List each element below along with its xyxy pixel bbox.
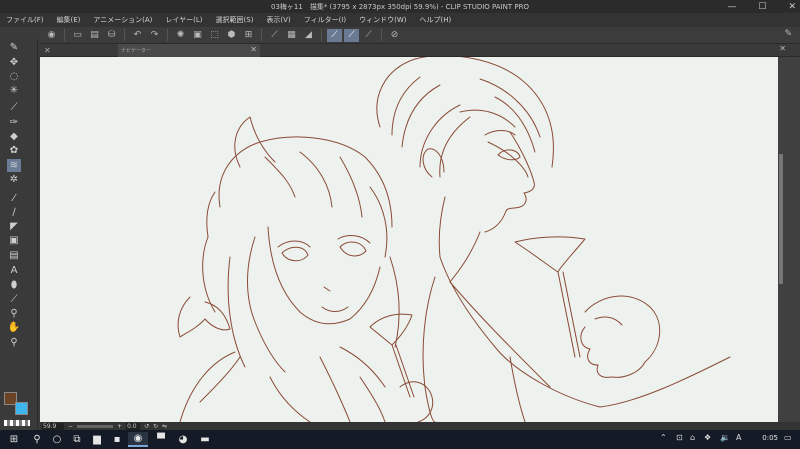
- brush-icon[interactable]: ≋: [7, 159, 21, 172]
- fill-icon[interactable]: ⬢: [224, 29, 239, 42]
- gradient-icon[interactable]: ◤: [7, 220, 21, 233]
- close-icon[interactable]: ✕: [250, 45, 257, 54]
- save-icon[interactable]: ⛁: [104, 29, 119, 42]
- clip-studio-taskbar-icon[interactable]: ◉: [128, 432, 148, 447]
- panel-icon[interactable]: ▤: [7, 249, 21, 262]
- notification-icon[interactable]: ▭: [784, 433, 792, 442]
- menu-edit[interactable]: 編集(E): [57, 15, 81, 25]
- windows-start-icon[interactable]: ⊞: [4, 432, 24, 447]
- redo-icon[interactable]: ↷: [147, 29, 162, 42]
- ime-icon[interactable]: A: [736, 433, 741, 442]
- cortana-icon[interactable]: ○: [48, 432, 66, 447]
- text-icon[interactable]: A: [7, 264, 21, 277]
- app-icon[interactable]: ▪: [108, 432, 126, 447]
- menu-selection[interactable]: 選択範囲(S): [216, 15, 254, 25]
- canvas[interactable]: [40, 57, 778, 422]
- snap-grid-icon[interactable]: ▦: [284, 29, 299, 42]
- eraser-icon[interactable]: ◆: [7, 130, 21, 143]
- status-bar: 59.9 − + 0.0 ↺ ↻ ⇋: [40, 422, 800, 430]
- menu-animation[interactable]: アニメーション(A): [93, 15, 152, 25]
- tab-document[interactable]: ✕: [40, 44, 120, 57]
- rotate-right-icon[interactable]: ↻: [153, 423, 158, 430]
- folder-icon[interactable]: ▬: [196, 432, 214, 447]
- network-icon[interactable]: ⌂: [690, 433, 695, 442]
- transparent-color-swatch[interactable]: [4, 420, 30, 426]
- title-bar: 03梅ヶ11 描集* (3795 x 2873px 350dpi 59.9%) …: [0, 0, 800, 13]
- rotate-left-icon[interactable]: ↺: [144, 423, 149, 430]
- snap-vector-icon[interactable]: ⟋: [344, 28, 359, 42]
- magic-wand-icon[interactable]: ✳: [7, 84, 21, 97]
- tab-navigator-label: ナビゲーター: [121, 48, 152, 54]
- tray-up-icon[interactable]: ⌃: [660, 433, 667, 442]
- app-window-icon[interactable]: ▀: [152, 432, 170, 447]
- transform-icon[interactable]: ⬚: [207, 29, 222, 42]
- lineart-drawing: [177, 57, 731, 422]
- clear-icon[interactable]: ▣: [190, 29, 205, 42]
- document-tabs: ✕ ナビゲーター ✕ ✕: [40, 44, 800, 57]
- menu-file[interactable]: ファイル(F): [6, 15, 44, 25]
- taskbar: ⊞ ⚲ ○ ⧉ ▆ ▪ ◉ ▀ ◕ ▬ ⌃ ⊡ ⌂ ❖ 🔉 A 0:05 ▭: [0, 430, 800, 449]
- tray-device-icon[interactable]: ⊡: [676, 433, 683, 442]
- close-icon[interactable]: ✕: [44, 46, 51, 55]
- tool-bar: ✎ ✥ ◌ ✳ ⟋ ✑ ◆ ✿ ≋ ✲ ⁄ ∕ ◤ ▣ ▤ A ⬮ ⟋ ⚲ ✋ …: [0, 40, 38, 430]
- snap-point-icon[interactable]: ⟋: [361, 29, 376, 42]
- pen-icon[interactable]: ✎: [784, 29, 792, 39]
- deselect-icon[interactable]: ⊞: [241, 29, 256, 42]
- blend-icon[interactable]: ✿: [7, 144, 21, 157]
- scrollbar-thumb[interactable]: [779, 154, 783, 284]
- task-view-icon[interactable]: ⧉: [68, 432, 86, 447]
- minimize-icon[interactable]: —: [727, 2, 736, 12]
- canvas-scrollbar[interactable]: [778, 57, 800, 422]
- search-icon[interactable]: ⚲: [28, 432, 46, 447]
- correction-icon[interactable]: ⊘: [387, 29, 402, 42]
- volume-icon[interactable]: 🔉: [720, 433, 730, 442]
- pencil-icon[interactable]: ⁄: [7, 192, 21, 205]
- ruler-icon[interactable]: ∕: [7, 206, 21, 219]
- clock[interactable]: 0:05: [762, 434, 778, 442]
- snap-ruler-icon[interactable]: ◢: [301, 29, 316, 42]
- tab-navigator[interactable]: ナビゲーター ✕: [118, 44, 260, 57]
- dropbox-icon[interactable]: ❖: [704, 433, 711, 442]
- lasso-icon[interactable]: ◌: [7, 70, 21, 83]
- new-file-icon[interactable]: ▭: [70, 29, 85, 42]
- rotation-field[interactable]: 0.0: [126, 422, 141, 430]
- file-explorer-icon[interactable]: ▆: [88, 432, 106, 447]
- pen-tool-icon[interactable]: ✑: [7, 116, 21, 129]
- window-title: 03梅ヶ11 描集* (3795 x 2873px 350dpi 59.9%) …: [271, 2, 529, 11]
- maximize-icon[interactable]: ☐: [758, 2, 766, 12]
- eyedropper-icon[interactable]: ⟋: [7, 101, 21, 114]
- menu-help[interactable]: ヘルプ(H): [419, 15, 451, 25]
- fill-icon[interactable]: ⬮: [7, 279, 21, 292]
- menu-bar: ファイル(F) 編集(E) アニメーション(A) レイヤー(L) 選択範囲(S)…: [0, 13, 800, 27]
- menu-view[interactable]: 表示(V): [266, 15, 290, 25]
- zoom-icon[interactable]: ⚲: [7, 336, 21, 349]
- zoom-field[interactable]: 59.9: [42, 422, 64, 430]
- close-icon[interactable]: ✕: [788, 2, 796, 12]
- zoom-slider[interactable]: [77, 424, 114, 428]
- close-icon[interactable]: ✕: [779, 44, 786, 53]
- chrome-icon[interactable]: ◕: [174, 432, 192, 447]
- flip-icon[interactable]: ⇋: [162, 423, 167, 430]
- menu-window[interactable]: ウィンドウ(W): [359, 15, 406, 25]
- frame-icon[interactable]: ▣: [7, 234, 21, 247]
- zoom-out-icon[interactable]: −: [68, 423, 73, 430]
- loading-icon[interactable]: ✺: [173, 29, 188, 42]
- open-file-icon[interactable]: ▤: [87, 29, 102, 42]
- move-icon[interactable]: ✥: [7, 56, 21, 69]
- sub-color-swatch[interactable]: [15, 402, 28, 415]
- clip-studio-icon[interactable]: ◉: [44, 29, 59, 42]
- balloon-icon[interactable]: ⚲: [7, 307, 21, 320]
- zoom-in-icon[interactable]: +: [117, 423, 122, 430]
- hand-icon[interactable]: ✋: [7, 321, 21, 334]
- decoration-icon[interactable]: ✲: [7, 173, 21, 186]
- pen-icon[interactable]: ✎: [7, 41, 21, 54]
- snap-icon[interactable]: ⟋: [267, 29, 282, 42]
- menu-layer[interactable]: レイヤー(L): [165, 15, 202, 25]
- correct-line-icon[interactable]: ⟋: [7, 293, 21, 306]
- command-bar: ◉ ▭ ▤ ⛁ ↶ ↷ ✺ ▣ ⬚ ⬢ ⊞ ⟋ ▦ ◢ ⟋ ⟋ ⟋ ⊘ ✎: [40, 27, 800, 44]
- snap-special-ruler-icon[interactable]: ⟋: [327, 28, 342, 42]
- menu-filter[interactable]: フィルター(I): [304, 15, 346, 25]
- undo-icon[interactable]: ↶: [130, 29, 145, 42]
